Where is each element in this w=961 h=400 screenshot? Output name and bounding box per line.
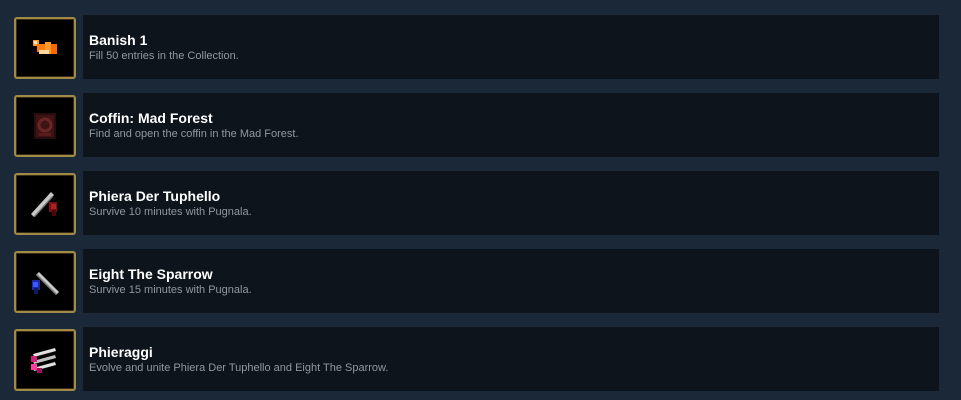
achievement-icon-frame [14,173,76,235]
achievement-row[interactable]: Eight The Sparrow Survive 15 minutes wit… [0,249,961,327]
achievement-title: Phiera Der Tuphello [89,188,221,204]
achievement-description: Survive 10 minutes with Pugnala. [89,206,252,218]
achievement-icon-frame [14,329,76,391]
achievement-description: Find and open the coffin in the Mad Fore… [89,128,299,140]
achievement-title: Phieraggi [89,344,153,360]
achievement-description: Fill 50 entries in the Collection. [89,50,239,62]
achievement-icon-frame [14,251,76,313]
achievement-title: Coffin: Mad Forest [89,110,213,126]
achievement-row[interactable]: Coffin: Mad Forest Find and open the cof… [0,93,961,171]
achievement-title: Banish 1 [89,32,148,48]
row-background [83,15,939,79]
achievement-icon-frame [14,95,76,157]
coffin-icon [34,113,56,139]
achievement-title: Eight The Sparrow [89,266,213,282]
achievement-row[interactable]: Phiera Der Tuphello Survive 10 minutes w… [0,171,961,249]
phieraggi-icon [31,348,56,373]
blue-gun-icon [32,272,59,295]
banish-scroll-icon [33,40,57,54]
achievement-description: Survive 15 minutes with Pugnala. [89,284,252,296]
achievement-list: Banish 1 Fill 50 entries in the Collecti… [0,0,961,400]
row-background [83,327,939,391]
achievement-row[interactable]: Banish 1 Fill 50 entries in the Collecti… [0,15,961,93]
achievement-row[interactable]: Phieraggi Evolve and unite Phiera Der Tu… [0,327,961,400]
achievement-description: Evolve and unite Phiera Der Tuphello and… [89,362,389,374]
achievement-icon-frame [14,17,76,79]
red-gun-icon [31,192,57,217]
